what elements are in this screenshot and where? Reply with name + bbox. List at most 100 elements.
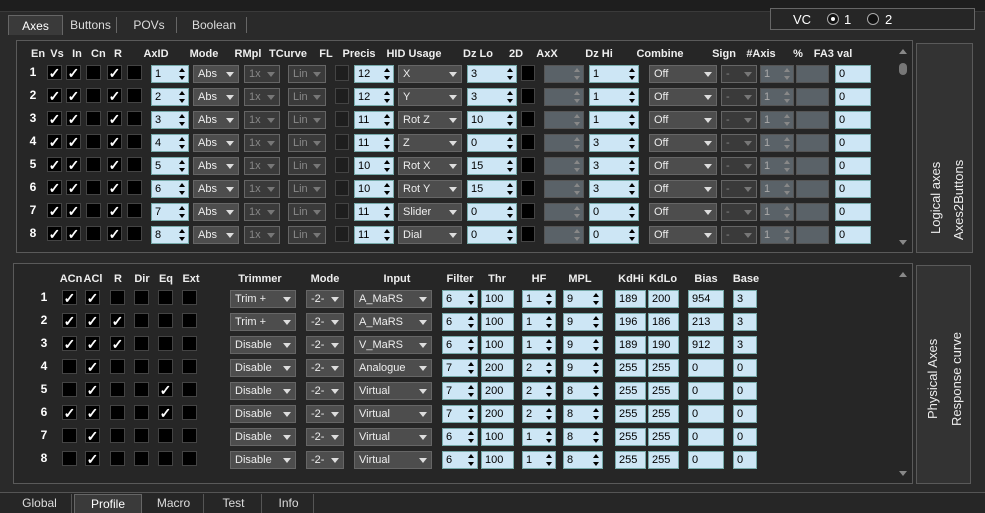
hid-usage-dropdown[interactable]: Rot Y bbox=[398, 180, 462, 198]
bias-field[interactable]: 0 bbox=[688, 382, 724, 400]
mode-dropdown[interactable]: Abs bbox=[193, 111, 239, 129]
spinner-arrows-icon[interactable] bbox=[545, 407, 553, 421]
checkbox-r[interactable] bbox=[110, 405, 125, 420]
checkbox-en[interactable]: ✓ bbox=[47, 65, 62, 80]
dz-lo-spinner[interactable]: 0 bbox=[467, 203, 517, 221]
kdhi-field[interactable]: 255 bbox=[615, 428, 646, 446]
checkbox-vs[interactable]: ✓ bbox=[66, 203, 81, 218]
spinner-arrows-icon[interactable] bbox=[467, 338, 475, 352]
checkbox-vs[interactable]: ✓ bbox=[66, 226, 81, 241]
spinner-arrows-icon[interactable] bbox=[592, 384, 600, 398]
input-dropdown[interactable]: V_MaRS bbox=[354, 336, 432, 354]
mode-dropdown[interactable]: -2- bbox=[306, 451, 344, 469]
bottom-tab-global[interactable]: Global bbox=[8, 494, 72, 513]
spinner-arrows-icon[interactable] bbox=[628, 113, 636, 127]
checkbox-acn[interactable] bbox=[62, 382, 77, 397]
spinner-arrows-icon[interactable] bbox=[467, 430, 475, 444]
mode-dropdown[interactable]: -2- bbox=[306, 313, 344, 331]
checkbox-cn[interactable]: ✓ bbox=[107, 134, 122, 149]
dz-lo-spinner[interactable]: 10 bbox=[467, 111, 517, 129]
mpl-spinner[interactable]: 8 bbox=[563, 405, 603, 423]
checkbox-r[interactable]: ✓ bbox=[110, 336, 125, 351]
axid-spinner[interactable]: 7 bbox=[151, 203, 189, 221]
hid-usage-dropdown[interactable]: Rot X bbox=[398, 157, 462, 175]
checkbox-r[interactable] bbox=[110, 451, 125, 466]
spinner-arrows-icon[interactable] bbox=[178, 228, 186, 242]
axid-spinner[interactable]: 6 bbox=[151, 180, 189, 198]
dz-lo-spinner[interactable]: 15 bbox=[467, 157, 517, 175]
tab-boolean[interactable]: Boolean bbox=[180, 15, 248, 35]
spinner-arrows-icon[interactable] bbox=[467, 453, 475, 467]
precis-spinner[interactable]: 11 bbox=[354, 111, 394, 129]
checkbox-r[interactable] bbox=[127, 65, 142, 80]
checkbox-cn[interactable]: ✓ bbox=[107, 226, 122, 241]
checkbox-in[interactable] bbox=[86, 226, 101, 241]
spinner-arrows-icon[interactable] bbox=[383, 205, 391, 219]
precis-spinner[interactable]: 10 bbox=[354, 180, 394, 198]
spinner-arrows-icon[interactable] bbox=[592, 430, 600, 444]
axid-spinner[interactable]: 5 bbox=[151, 157, 189, 175]
mode-dropdown[interactable]: -2- bbox=[306, 382, 344, 400]
spinner-arrows-icon[interactable] bbox=[628, 67, 636, 81]
precis-spinner[interactable]: 11 bbox=[354, 134, 394, 152]
trimmer-dropdown[interactable]: Disable bbox=[230, 451, 296, 469]
spinner-arrows-icon[interactable] bbox=[383, 136, 391, 150]
checkbox-acn[interactable]: ✓ bbox=[62, 290, 77, 305]
spinner-arrows-icon[interactable] bbox=[628, 136, 636, 150]
input-dropdown[interactable]: A_MaRS bbox=[354, 313, 432, 331]
physical-scrollbar[interactable] bbox=[896, 268, 910, 480]
kdlo-field[interactable]: 255 bbox=[648, 428, 679, 446]
checkbox-vs[interactable]: ✓ bbox=[66, 180, 81, 195]
checkbox-ext[interactable] bbox=[182, 382, 197, 397]
checkbox-dir[interactable] bbox=[134, 382, 149, 397]
kdhi-field[interactable]: 189 bbox=[615, 336, 646, 354]
fa3-val-field[interactable]: 0 bbox=[835, 88, 871, 106]
precis-spinner[interactable]: 11 bbox=[354, 203, 394, 221]
vc-radio-2[interactable] bbox=[867, 13, 879, 25]
spinner-arrows-icon[interactable] bbox=[383, 228, 391, 242]
kdlo-field[interactable]: 255 bbox=[648, 405, 679, 423]
dz-lo-spinner[interactable]: 0 bbox=[467, 134, 517, 152]
trimmer-dropdown[interactable]: Disable bbox=[230, 359, 296, 377]
precis-spinner[interactable]: 12 bbox=[354, 88, 394, 106]
mode-dropdown[interactable]: Abs bbox=[193, 134, 239, 152]
spinner-arrows-icon[interactable] bbox=[592, 292, 600, 306]
thr-field[interactable]: 100 bbox=[481, 290, 514, 308]
base-field[interactable]: 0 bbox=[733, 382, 757, 400]
filter-spinner[interactable]: 6 bbox=[442, 428, 478, 446]
trimmer-dropdown[interactable]: Disable bbox=[230, 428, 296, 446]
fa3-val-field[interactable]: 0 bbox=[835, 111, 871, 129]
mode-dropdown[interactable]: Abs bbox=[193, 203, 239, 221]
spinner-arrows-icon[interactable] bbox=[178, 67, 186, 81]
thr-field[interactable]: 100 bbox=[481, 336, 514, 354]
spinner-arrows-icon[interactable] bbox=[545, 361, 553, 375]
axid-spinner[interactable]: 2 bbox=[151, 88, 189, 106]
combine-dropdown[interactable]: Off bbox=[649, 203, 717, 221]
bias-field[interactable]: 912 bbox=[688, 336, 724, 354]
physical-axes-label[interactable]: Physical Axes bbox=[925, 339, 940, 419]
spinner-arrows-icon[interactable] bbox=[506, 67, 514, 81]
checkbox-r[interactable] bbox=[110, 382, 125, 397]
scroll-up-icon[interactable] bbox=[899, 49, 907, 54]
thr-field[interactable]: 100 bbox=[481, 428, 514, 446]
spinner-arrows-icon[interactable] bbox=[545, 453, 553, 467]
bottom-tab-macro[interactable]: Macro bbox=[144, 494, 204, 513]
filter-spinner[interactable]: 7 bbox=[442, 405, 478, 423]
checkbox-en[interactable]: ✓ bbox=[47, 180, 62, 195]
combine-dropdown[interactable]: Off bbox=[649, 65, 717, 83]
checkbox-r[interactable] bbox=[127, 134, 142, 149]
spinner-arrows-icon[interactable] bbox=[178, 159, 186, 173]
thr-field[interactable]: 100 bbox=[481, 451, 514, 469]
filter-spinner[interactable]: 7 bbox=[442, 359, 478, 377]
checkbox-acl[interactable]: ✓ bbox=[85, 336, 100, 351]
mode-dropdown[interactable]: Abs bbox=[193, 88, 239, 106]
spinner-arrows-icon[interactable] bbox=[628, 228, 636, 242]
checkbox-dir[interactable] bbox=[134, 405, 149, 420]
base-field[interactable]: 3 bbox=[733, 336, 757, 354]
fa3-val-field[interactable]: 0 bbox=[835, 226, 871, 244]
checkbox-vs[interactable]: ✓ bbox=[66, 134, 81, 149]
fa3-val-field[interactable]: 0 bbox=[835, 157, 871, 175]
spinner-arrows-icon[interactable] bbox=[506, 113, 514, 127]
checkbox-in[interactable] bbox=[86, 203, 101, 218]
checkbox-eq[interactable] bbox=[158, 428, 173, 443]
